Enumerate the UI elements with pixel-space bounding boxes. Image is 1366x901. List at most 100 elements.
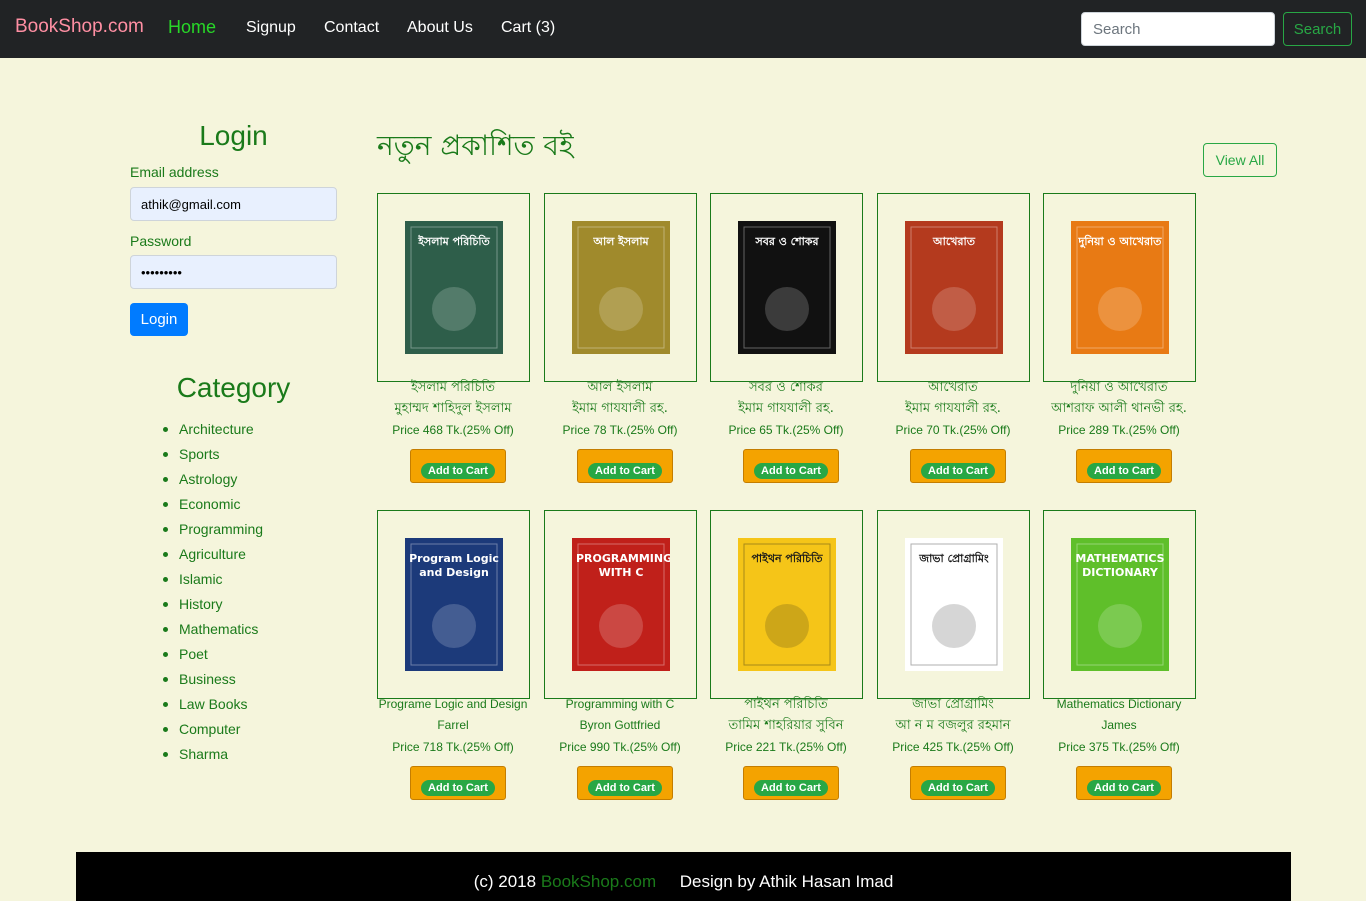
category-item[interactable]: Sports	[163, 445, 263, 470]
book-author: তামিম শাহরিয়ার সুবিন	[728, 718, 844, 733]
book-card[interactable]: আখেরাত	[877, 193, 1030, 382]
add-to-cart-button[interactable]: Add to Cart	[743, 766, 839, 800]
category-item[interactable]: Poet	[163, 645, 263, 670]
category-item[interactable]: Mathematics	[163, 620, 263, 645]
category-item[interactable]: Economic	[163, 495, 263, 520]
book-price: Price 65 Tk.(25% Off)	[728, 423, 844, 437]
book-cover-title: জাভা প্রোগ্রামিং	[919, 552, 989, 565]
add-to-cart-button[interactable]: Add to Cart	[743, 449, 839, 483]
category-item[interactable]: Law Books	[163, 695, 263, 720]
book-card[interactable]: দুনিয়া ও আখেরাত	[1043, 193, 1196, 382]
book-title[interactable]: পাইথন পরিচিতি	[703, 694, 869, 715]
book-cover-image[interactable]: পাইথন পরিচিতি	[738, 538, 836, 671]
category-item[interactable]: Islamic	[163, 570, 263, 595]
footer-copyright: (c) 2018	[473, 872, 537, 891]
category-item[interactable]: Astrology	[163, 470, 263, 495]
category-item[interactable]: Business	[163, 670, 263, 695]
book-info: সবর ও শোকর ইমাম গাযযালী রহ. Price 65 Tk.(2…	[703, 377, 869, 441]
book-author: আশরাফ আলী থানভী রহ.	[1051, 401, 1187, 416]
category-item[interactable]: Architecture	[163, 420, 263, 445]
book-cover-image[interactable]: দুনিয়া ও আখেরাত	[1071, 221, 1169, 354]
login-title: Login	[199, 120, 268, 151]
book-cover-title: সবর ও শোকর	[755, 235, 819, 248]
add-to-cart-button[interactable]: Add to Cart	[410, 449, 506, 483]
book-price: Price 468 Tk.(25% Off)	[392, 423, 514, 437]
nav-signup[interactable]: Signup	[246, 19, 296, 37]
add-to-cart-button[interactable]: Add to Cart	[577, 766, 673, 800]
add-to-cart-label: Add to Cart	[588, 779, 662, 796]
book-price: Price 425 Tk.(25% Off)	[892, 740, 1014, 754]
book-card[interactable]: ইসলাম পরিচিতি	[377, 193, 530, 382]
book-cover-title: আখেরাত	[933, 235, 975, 248]
category-item[interactable]: Agriculture	[163, 545, 263, 570]
book-cover-title: আল ইসলাম	[593, 235, 649, 248]
book-price: Price 718 Tk.(25% Off)	[392, 740, 514, 754]
book-card[interactable]: Program Logic and Design	[377, 510, 530, 699]
book-cover-image[interactable]: MATHEMATICS DICTIONARY	[1071, 538, 1169, 671]
book-info: Programming with C Byron Gottfried Price 9…	[537, 694, 703, 758]
footer-brand[interactable]: BookShop.com	[541, 872, 656, 891]
password-field[interactable]	[130, 255, 337, 289]
book-info: দুনিয়া ও আখেরাত আশরাফ আলী থানভী রহ. Price…	[1036, 377, 1202, 441]
book-card[interactable]: জাভা প্রোগ্রামিং	[877, 510, 1030, 699]
top-navbar: BookShop.com Home Signup Contact About U…	[0, 0, 1366, 58]
section-title: নতুন প্রকাশিত বই	[377, 129, 574, 162]
category-item[interactable]: Programming	[163, 520, 263, 545]
book-title[interactable]: Programe Logic and Design	[370, 694, 536, 715]
book-price: Price 990 Tk.(25% Off)	[559, 740, 681, 754]
password-label: Password	[130, 233, 192, 249]
book-title[interactable]: ইসলাম পরিচিতি	[370, 377, 536, 398]
book-price: Price 289 Tk.(25% Off)	[1058, 423, 1180, 437]
nav-home[interactable]: Home	[168, 17, 216, 38]
add-to-cart-button[interactable]: Add to Cart	[577, 449, 673, 483]
footer-text: (c) 2018 BookShop.com Design by Athik Ha…	[76, 872, 1291, 892]
search-input[interactable]	[1081, 12, 1275, 46]
add-to-cart-label: Add to Cart	[754, 462, 828, 479]
book-card[interactable]: PROGRAMMING WITH C	[544, 510, 697, 699]
book-title[interactable]: দুনিয়া ও আখেরাত	[1036, 377, 1202, 398]
email-label: Email address	[130, 164, 219, 180]
book-card[interactable]: সবর ও শোকর	[710, 193, 863, 382]
book-cover-image[interactable]: আখেরাত	[905, 221, 1003, 354]
nav-cart[interactable]: Cart (3)	[501, 19, 555, 37]
book-cover-image[interactable]: ইসলাম পরিচিতি	[405, 221, 503, 354]
book-cover-image[interactable]: Program Logic and Design	[405, 538, 503, 671]
add-to-cart-label: Add to Cart	[1087, 462, 1161, 479]
book-title[interactable]: Mathematics Dictionary	[1036, 694, 1202, 715]
add-to-cart-button[interactable]: Add to Cart	[1076, 766, 1172, 800]
login-button[interactable]: Login	[130, 303, 188, 336]
book-cover-image[interactable]: PROGRAMMING WITH C	[572, 538, 670, 671]
brand-logo[interactable]: BookShop.com	[15, 16, 144, 38]
add-to-cart-button[interactable]: Add to Cart	[1076, 449, 1172, 483]
book-title[interactable]: সবর ও শোকর	[703, 377, 869, 398]
nav-about-us[interactable]: About Us	[407, 19, 473, 37]
book-cover-image[interactable]: আল ইসলাম	[572, 221, 670, 354]
add-to-cart-button[interactable]: Add to Cart	[410, 766, 506, 800]
book-card[interactable]: পাইথন পরিচিতি	[710, 510, 863, 699]
book-cover-title: দুনিয়া ও আখেরাত	[1078, 235, 1162, 248]
book-title[interactable]: Programming with C	[537, 694, 703, 715]
add-to-cart-button[interactable]: Add to Cart	[910, 449, 1006, 483]
book-title[interactable]: আল ইসলাম	[537, 377, 703, 398]
nav-contact[interactable]: Contact	[324, 19, 379, 37]
book-price: Price 70 Tk.(25% Off)	[895, 423, 1011, 437]
book-info: জাভা প্রোগ্রামিং আ ন ম বজলুর রহমান Price 4…	[870, 694, 1036, 758]
category-list: Architecture Sports Astrology Economic P…	[163, 420, 263, 770]
book-price: Price 78 Tk.(25% Off)	[562, 423, 678, 437]
book-author: ইমাম গাযযালী রহ.	[738, 401, 834, 416]
view-all-button[interactable]: View All	[1203, 143, 1277, 177]
book-title[interactable]: আখেরাত	[870, 377, 1036, 398]
book-cover-image[interactable]: সবর ও শোকর	[738, 221, 836, 354]
book-card[interactable]: MATHEMATICS DICTIONARY	[1043, 510, 1196, 699]
add-to-cart-button[interactable]: Add to Cart	[910, 766, 1006, 800]
search-button[interactable]: Search	[1283, 12, 1352, 46]
book-cover-image[interactable]: জাভা প্রোগ্রামিং	[905, 538, 1003, 671]
book-title[interactable]: জাভা প্রোগ্রামিং	[870, 694, 1036, 715]
category-item[interactable]: History	[163, 595, 263, 620]
book-card[interactable]: আল ইসলাম	[544, 193, 697, 382]
add-to-cart-label: Add to Cart	[754, 779, 828, 796]
add-to-cart-label: Add to Cart	[421, 462, 495, 479]
category-item[interactable]: Sharma	[163, 745, 263, 770]
email-field[interactable]	[130, 187, 337, 221]
category-item[interactable]: Computer	[163, 720, 263, 745]
